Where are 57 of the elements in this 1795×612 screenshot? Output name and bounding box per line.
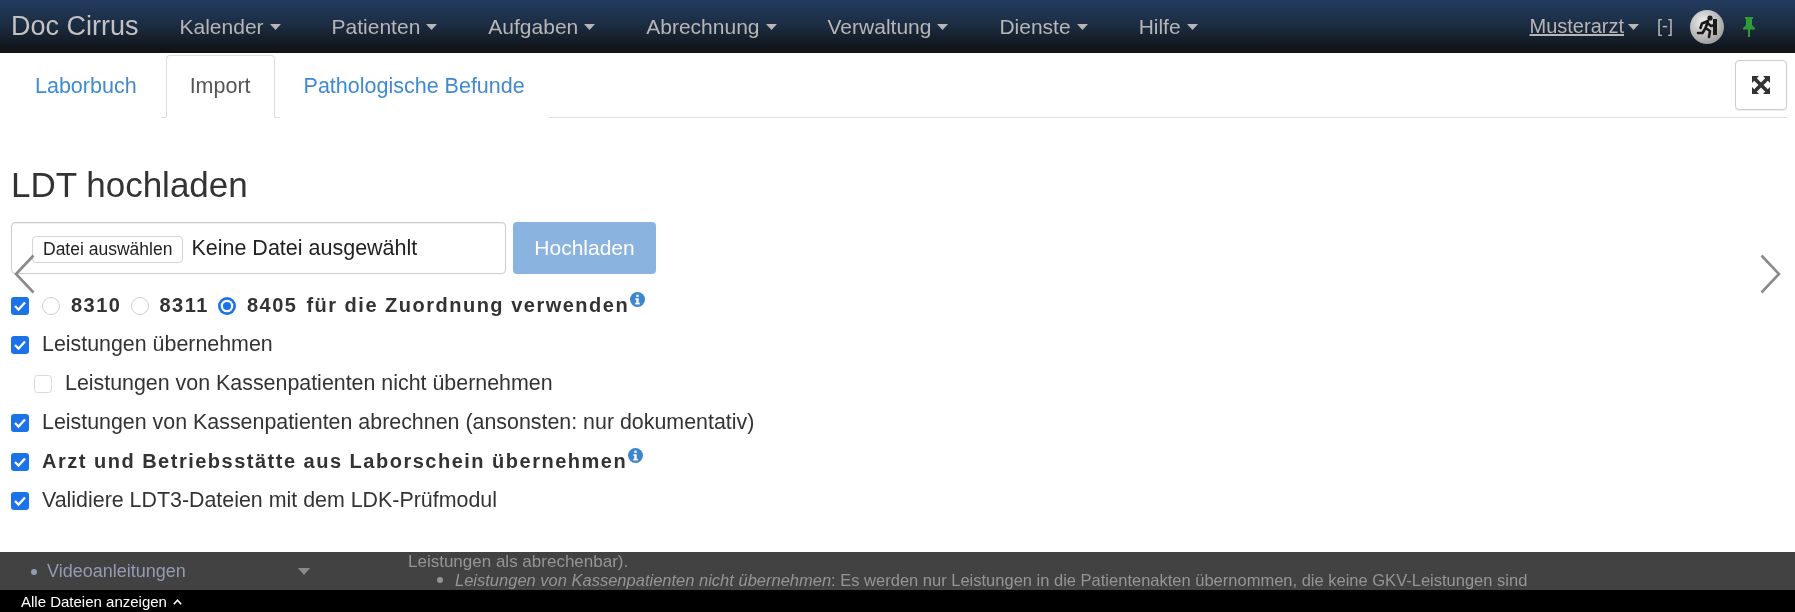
checkbox[interactable]	[11, 296, 29, 315]
radio-button[interactable]	[217, 296, 236, 315]
pin-icon[interactable]	[1741, 16, 1757, 37]
help-text: Leistungen als abrechenbar).	[408, 553, 630, 571]
info-icon[interactable]	[628, 448, 644, 463]
radio-button[interactable]	[42, 296, 60, 315]
nav-menu[interactable]: Hilfe	[1138, 14, 1198, 39]
tab[interactable]: Import	[165, 55, 275, 118]
caret-icon	[1628, 23, 1639, 30]
info-icon[interactable]	[630, 292, 646, 307]
bullet-icon	[437, 577, 443, 583]
caret-icon	[426, 23, 438, 30]
brand-logo[interactable]: Doc Cirrus	[11, 11, 139, 42]
help-text: Leistungen von Kassenpatienten nicht übernehmen: Es werden nur Leistungen in die Patientenakten übernommen, die keine GKV-Leistungen sind	[455, 571, 1528, 589]
nav-menu[interactable]: Dienste	[999, 14, 1088, 39]
caret-icon	[1186, 23, 1198, 30]
nav-menu[interactable]: Abrechnung	[646, 14, 777, 39]
caret-icon	[937, 23, 949, 30]
running-person-icon[interactable]	[1690, 9, 1724, 44]
choose-file-button[interactable]: Datei auswählen	[32, 236, 184, 263]
checkbox[interactable]	[11, 413, 29, 432]
expand-icon	[1752, 76, 1770, 94]
file-status: Keine Datei ausgewählt	[191, 235, 418, 261]
radio-button[interactable]	[130, 296, 149, 315]
file-input[interactable]: Datei auswählen Keine Datei ausgewählt	[11, 222, 506, 274]
chevron-right-icon[interactable]	[1760, 254, 1781, 294]
checkbox[interactable]	[11, 491, 29, 510]
chevron-left-icon[interactable]	[14, 254, 35, 294]
caret-icon	[269, 23, 281, 30]
bullet-icon	[31, 568, 37, 575]
option-label: für die Zuordnung verwenden	[306, 294, 630, 317]
nav-menu[interactable]: Verwaltung	[827, 14, 949, 39]
checkbox[interactable]	[11, 452, 29, 471]
nav-menu[interactable]: Patienten	[331, 14, 438, 39]
fullscreen-button[interactable]	[1735, 60, 1787, 110]
collapse-button[interactable]: [-]	[1657, 16, 1673, 37]
radio-label: 8310	[71, 294, 122, 317]
option-label: Leistungen von Kassenpatienten abrechnen (ansonsten: nur dokumentativ)	[42, 410, 755, 435]
caret-icon	[584, 23, 596, 30]
nav-menu[interactable]: Kalender	[179, 14, 281, 39]
caret-icon	[765, 23, 777, 30]
option-label: Leistungen von Kassenpatienten nicht übernehmen	[65, 371, 553, 396]
option-label: Validiere LDT3-Dateien mit dem LDK-Prüfmodul	[42, 488, 497, 513]
sidebar-item: Videoanleitungen	[47, 561, 186, 582]
show-all-downloads-link[interactable]: Alle Dateien anzeigen	[21, 593, 182, 610]
option-label: Leistungen übernehmen	[42, 332, 273, 357]
chevron-up-icon	[172, 598, 182, 605]
checkbox[interactable]	[11, 335, 29, 354]
caret-icon	[298, 568, 310, 575]
option-label: Arzt und Betriebsstätte aus Laborschein übernehmen	[42, 450, 628, 473]
checkbox[interactable]	[34, 374, 52, 393]
radio-label: 8405	[246, 294, 298, 317]
radio-label: 8311	[159, 294, 209, 317]
caret-icon	[1076, 23, 1088, 30]
nav-menu[interactable]: Aufgaben	[488, 14, 596, 39]
user-menu[interactable]: Musterarzt	[1529, 15, 1639, 38]
section-title: LDT hochladen	[11, 165, 248, 205]
